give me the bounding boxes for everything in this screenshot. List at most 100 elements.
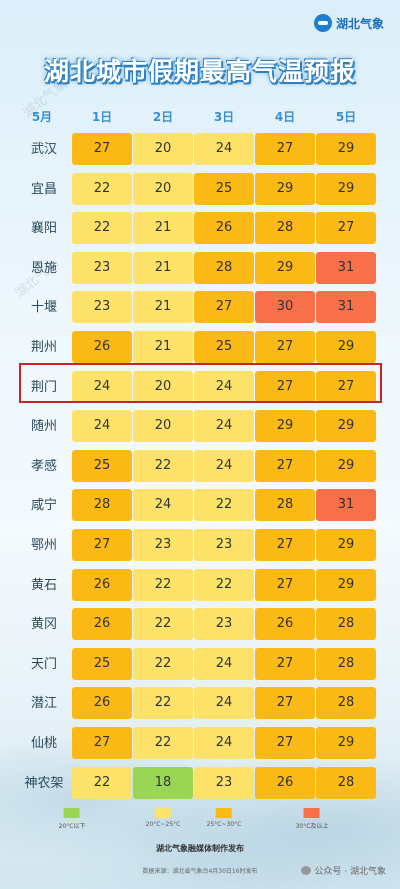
hubei-weather-logo-icon bbox=[313, 14, 332, 32]
legend-swatch bbox=[303, 808, 320, 818]
legend-label: 25°C~30°C bbox=[206, 821, 242, 828]
legend-label: 20°C以下 bbox=[58, 823, 86, 830]
temperature-cell: 21 bbox=[133, 251, 193, 284]
temperature-cell: 28 bbox=[316, 647, 376, 680]
city-name: 恩施 bbox=[30, 260, 58, 276]
table-row: 仙桃 27 22 24 27 29 bbox=[0, 727, 400, 761]
wechat-label: 公众号 · 湖北气象 bbox=[314, 867, 386, 877]
temperature-cell: 27 bbox=[255, 331, 315, 363]
temperature-cell: 24 bbox=[194, 449, 254, 482]
temperature-cell: 26 bbox=[72, 687, 132, 720]
temperature-cell: 18 bbox=[133, 766, 193, 799]
temperature-cell: 21 bbox=[133, 212, 193, 245]
legend: 20°C以下 20°C~25°C 25°C~30°C 30°C及以上 bbox=[0, 808, 400, 838]
table-row: 潜江 26 22 24 27 28 bbox=[0, 687, 400, 721]
temperature-cell: 22 bbox=[133, 568, 193, 601]
temperature-cell: 25 bbox=[72, 449, 132, 482]
temperature-cell: 29 bbox=[316, 449, 376, 482]
temperature-cell: 27 bbox=[255, 647, 315, 680]
temperature-cell: 26 bbox=[72, 331, 132, 363]
temperature-cell: 27 bbox=[72, 133, 132, 165]
wechat-icon bbox=[301, 866, 312, 875]
brand-logo: 湖北气象 bbox=[313, 14, 384, 32]
temperature-cell: 27 bbox=[255, 133, 315, 165]
temperature-cell: 24 bbox=[133, 489, 193, 522]
temperature-cell: 27 bbox=[255, 687, 315, 720]
temperature-cell: 29 bbox=[316, 529, 376, 561]
legend-label: 30°C及以上 bbox=[295, 823, 329, 830]
temperature-cell: 28 bbox=[316, 766, 376, 799]
table-header: 5月 1日 2日 3日 4日 5日 bbox=[0, 108, 400, 124]
temperature-cell: 29 bbox=[316, 331, 376, 363]
table-row: 荆州 26 21 25 27 29 bbox=[0, 331, 400, 365]
temperature-cell: 22 bbox=[133, 608, 193, 641]
temperature-cell: 29 bbox=[316, 172, 376, 205]
temperature-cell: 31 bbox=[316, 489, 376, 522]
legend-item: 20°C~25°C bbox=[146, 808, 180, 828]
temperature-cell: 27 bbox=[316, 212, 376, 245]
legend-item: 25°C~30°C bbox=[206, 808, 242, 828]
temperature-cell: 26 bbox=[72, 608, 132, 641]
temperature-cell: 27 bbox=[72, 529, 132, 561]
table-row: 黄石 26 22 22 27 29 bbox=[0, 568, 400, 603]
temperature-cell: 22 bbox=[194, 489, 254, 522]
city-name: 襄阳 bbox=[30, 221, 58, 237]
temperature-cell: 22 bbox=[72, 212, 132, 245]
city-name: 鄂州 bbox=[30, 538, 58, 553]
city-name: 十堰 bbox=[30, 300, 58, 316]
city-name: 神农架 bbox=[24, 775, 64, 791]
temperature-cell: 25 bbox=[72, 647, 132, 680]
day-header: 4日 bbox=[274, 110, 296, 124]
table-row: 十堰 23 21 27 30 31 bbox=[0, 291, 400, 325]
temperature-cell: 27 bbox=[255, 529, 315, 561]
temperature-cell: 26 bbox=[255, 766, 315, 799]
temperature-cell: 31 bbox=[316, 251, 376, 284]
city-name: 黄冈 bbox=[30, 617, 58, 633]
temperature-cell: 22 bbox=[133, 647, 193, 680]
temperature-cell: 23 bbox=[194, 608, 254, 641]
legend-item: 30°C及以上 bbox=[295, 808, 329, 830]
temperature-cell: 20 bbox=[133, 172, 193, 205]
publisher-text: 湖北气象融媒体制作发布 bbox=[156, 844, 244, 853]
temperature-cell: 29 bbox=[316, 133, 376, 165]
temperature-cell: 23 bbox=[72, 291, 132, 324]
day-header: 1日 bbox=[91, 110, 113, 124]
city-name: 黄石 bbox=[30, 577, 58, 593]
temperature-cell: 28 bbox=[316, 687, 376, 720]
temperature-cell: 24 bbox=[194, 133, 254, 165]
temperature-cell: 22 bbox=[72, 172, 132, 205]
temperature-cell: 23 bbox=[194, 529, 254, 561]
temperature-cell: 24 bbox=[194, 410, 254, 443]
wechat-account: 公众号 · 湖北气象 bbox=[301, 864, 386, 877]
temperature-cell: 28 bbox=[316, 608, 376, 641]
table-row: 孝感 25 22 24 27 29 bbox=[0, 449, 400, 484]
table-row: 随州 24 20 24 29 29 bbox=[0, 410, 400, 444]
table-row: 襄阳 22 21 26 28 27 bbox=[0, 212, 400, 246]
temperature-cell: 22 bbox=[194, 568, 254, 601]
temperature-cell: 24 bbox=[72, 410, 132, 443]
table-row: 神农架 22 18 23 26 28 bbox=[0, 766, 400, 801]
temperature-cell: 28 bbox=[255, 212, 315, 245]
temperature-cell: 28 bbox=[255, 489, 315, 522]
temperature-cell: 23 bbox=[133, 529, 193, 561]
city-name: 仙桃 bbox=[30, 736, 58, 751]
table-row: 咸宁 28 24 22 28 31 bbox=[0, 489, 400, 523]
brand-name: 湖北气象 bbox=[335, 16, 384, 31]
temperature-cell: 29 bbox=[255, 410, 315, 443]
temperature-cell: 20 bbox=[133, 133, 193, 165]
temperature-cell: 27 bbox=[255, 449, 315, 482]
temperature-cell: 24 bbox=[194, 687, 254, 720]
temperature-cell: 31 bbox=[316, 291, 376, 324]
temperature-cell: 24 bbox=[194, 647, 254, 680]
temperature-cell: 22 bbox=[72, 766, 132, 799]
temperature-cell: 25 bbox=[194, 331, 254, 363]
table-row: 宜昌 22 20 25 29 29 bbox=[0, 172, 400, 207]
temperature-cell: 27 bbox=[194, 291, 254, 324]
temperature-cell: 29 bbox=[316, 568, 376, 601]
temperature-cell: 27 bbox=[72, 727, 132, 759]
legend-swatch bbox=[63, 808, 80, 818]
city-name: 荆州 bbox=[30, 340, 58, 355]
temperature-cell: 26 bbox=[72, 568, 132, 601]
temperature-cell: 22 bbox=[133, 449, 193, 482]
city-name: 咸宁 bbox=[30, 498, 58, 514]
